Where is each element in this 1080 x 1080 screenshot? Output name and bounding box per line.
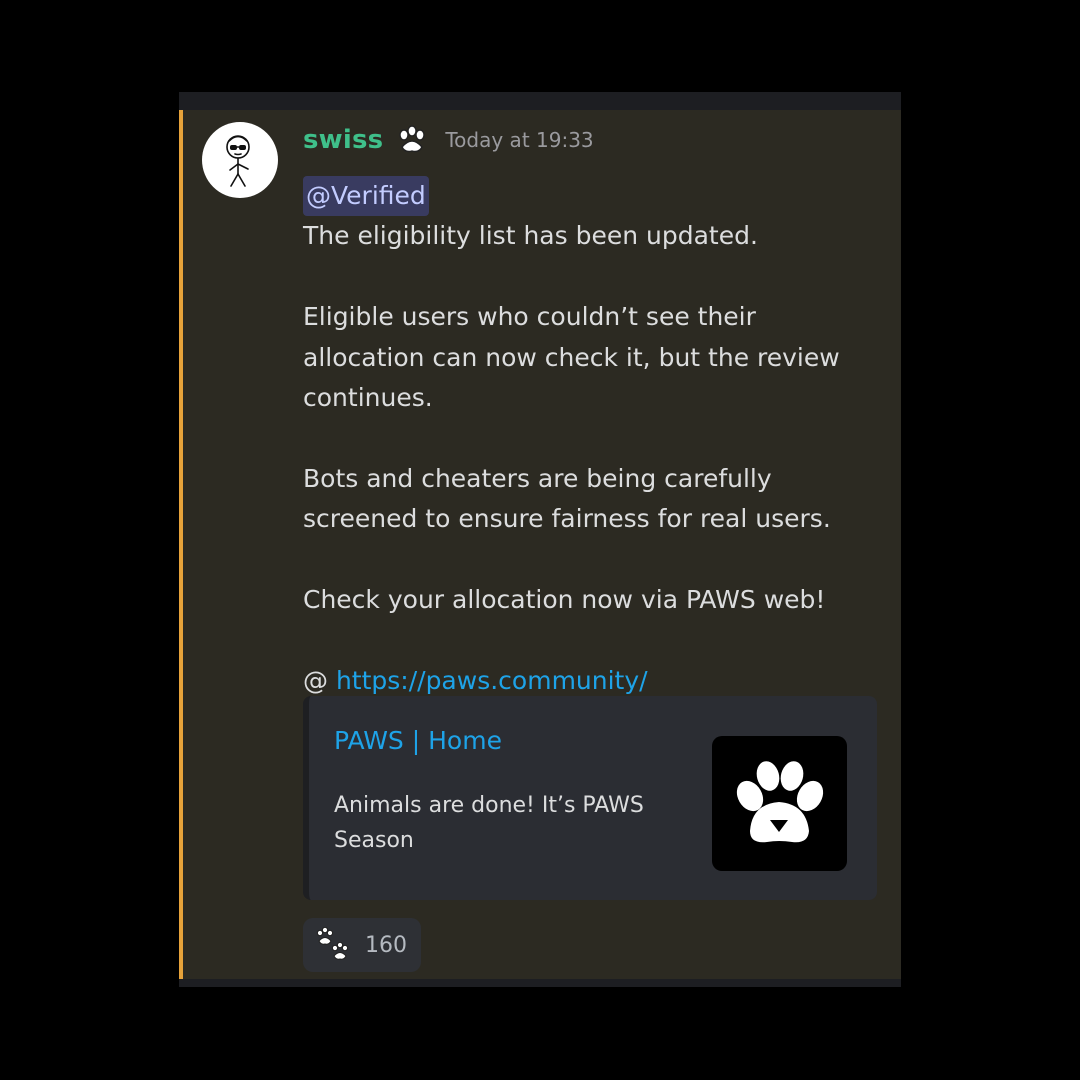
link-embed: PAWS | Home Animals are done! It’s PAWS … — [303, 696, 877, 900]
paw-badge-icon — [395, 123, 429, 157]
stick-figure-avatar-icon — [226, 135, 250, 187]
reaction-button[interactable]: 160 — [303, 918, 421, 972]
message-paragraph: Bots and cheaters are being carefully sc… — [303, 463, 831, 534]
message-card: swiss Today at 19:33 @Verified The eligi… — [179, 92, 901, 987]
avatar[interactable] — [202, 122, 278, 198]
message-header: swiss Today at 19:33 — [303, 120, 594, 160]
embed-thumbnail[interactable] — [712, 736, 847, 871]
link-prefix: @ — [303, 665, 336, 695]
message-content: @Verified The eligibility list has been … — [303, 176, 883, 701]
message-paragraph: Eligible users who couldn’t see their al… — [303, 302, 840, 413]
embed-description: Animals are done! It’s PAWS Season — [334, 793, 644, 853]
message-paragraph: The eligibility list has been updated. — [303, 221, 758, 251]
paws-link[interactable]: https://paws.community/ — [336, 666, 648, 695]
role-mention[interactable]: @Verified — [303, 176, 429, 217]
embed-title[interactable]: PAWS | Home — [334, 726, 502, 755]
mention-highlight-bar — [179, 110, 183, 979]
username[interactable]: swiss — [303, 125, 383, 155]
message-paragraph: Check your allocation now via PAWS web! — [303, 585, 826, 615]
paw-logo-icon — [736, 761, 824, 843]
reaction-count: 160 — [365, 932, 407, 958]
timestamp: Today at 19:33 — [445, 128, 594, 152]
paw-prints-icon — [316, 927, 349, 960]
screenshot-stage: swiss Today at 19:33 @Verified The eligi… — [0, 0, 1080, 1080]
